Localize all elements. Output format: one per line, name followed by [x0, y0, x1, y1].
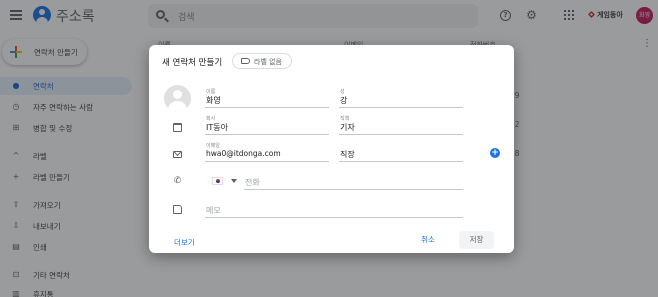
- last-name-field[interactable]: 성 강: [339, 88, 463, 108]
- label-chip[interactable]: 라벨 없음: [232, 53, 292, 69]
- job-title-field[interactable]: 직책 기자: [339, 115, 463, 135]
- notes-icon: [173, 205, 182, 214]
- label-chip-text: 라벨 없음: [254, 58, 282, 66]
- create-contact-dialog: 새 연락처 만들기 라벨 없음 이름 화영 성 강 회사 IT동아 직책 기자 …: [149, 45, 514, 253]
- chevron-down-icon[interactable]: [231, 179, 237, 183]
- add-email-icon[interactable]: +: [490, 148, 500, 158]
- email-type-select[interactable]: 직장: [339, 142, 463, 162]
- cancel-button[interactable]: 취소: [411, 231, 445, 249]
- korea-flag-icon[interactable]: [212, 177, 223, 185]
- email-icon: [173, 151, 182, 158]
- email-field[interactable]: 이메일 hwa0@itdonga.com: [205, 142, 329, 162]
- phone-field[interactable]: 전화: [244, 170, 463, 190]
- building-icon: [173, 123, 182, 132]
- dialog-title: 새 연락처 만들기: [162, 58, 223, 68]
- company-field[interactable]: 회사 IT동아: [205, 115, 329, 135]
- notes-field[interactable]: 메모: [205, 198, 463, 218]
- label-icon: [241, 58, 250, 64]
- first-name-field[interactable]: 이름 화영: [205, 88, 329, 108]
- more-fields-link[interactable]: 더보기: [174, 237, 195, 248]
- phone-icon: ✆: [173, 176, 182, 186]
- save-button[interactable]: 저장: [459, 231, 494, 249]
- contact-photo-placeholder[interactable]: [164, 85, 191, 112]
